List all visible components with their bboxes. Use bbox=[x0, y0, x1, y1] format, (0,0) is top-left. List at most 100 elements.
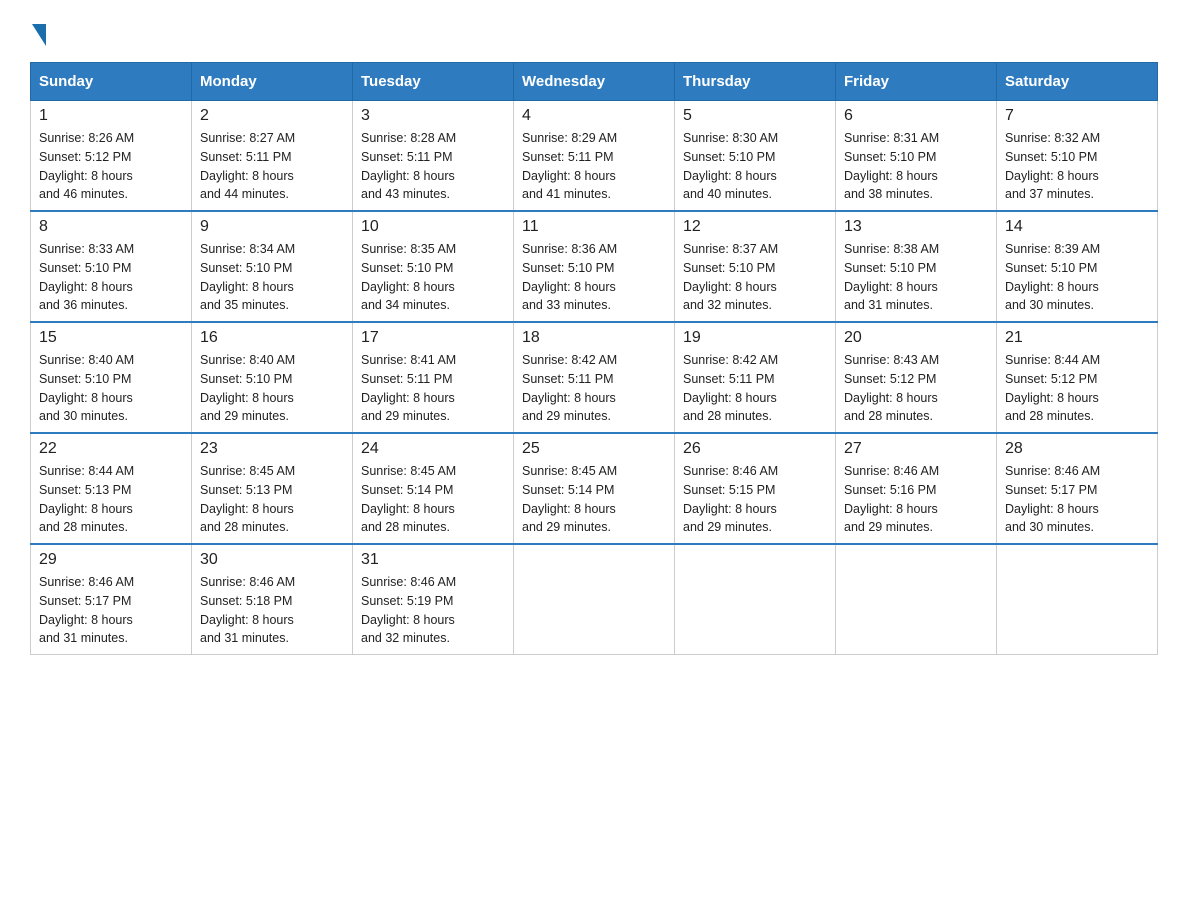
column-header-monday: Monday bbox=[192, 63, 353, 101]
day-number: 13 bbox=[844, 218, 988, 236]
calendar-header: SundayMondayTuesdayWednesdayThursdayFrid… bbox=[31, 63, 1158, 101]
day-info: Sunrise: 8:44 AM Sunset: 5:12 PM Dayligh… bbox=[1005, 351, 1149, 426]
column-header-thursday: Thursday bbox=[675, 63, 836, 101]
calendar-cell: 25 Sunrise: 8:45 AM Sunset: 5:14 PM Dayl… bbox=[514, 433, 675, 544]
day-number: 3 bbox=[361, 107, 505, 125]
day-number: 23 bbox=[200, 440, 344, 458]
day-info: Sunrise: 8:34 AM Sunset: 5:10 PM Dayligh… bbox=[200, 240, 344, 315]
day-info: Sunrise: 8:42 AM Sunset: 5:11 PM Dayligh… bbox=[522, 351, 666, 426]
day-number: 16 bbox=[200, 329, 344, 347]
day-number: 19 bbox=[683, 329, 827, 347]
column-header-wednesday: Wednesday bbox=[514, 63, 675, 101]
week-row-1: 1 Sunrise: 8:26 AM Sunset: 5:12 PM Dayli… bbox=[31, 101, 1158, 212]
day-number: 12 bbox=[683, 218, 827, 236]
calendar-cell: 13 Sunrise: 8:38 AM Sunset: 5:10 PM Dayl… bbox=[836, 211, 997, 322]
day-info: Sunrise: 8:26 AM Sunset: 5:12 PM Dayligh… bbox=[39, 129, 183, 204]
day-info: Sunrise: 8:46 AM Sunset: 5:19 PM Dayligh… bbox=[361, 573, 505, 648]
logo bbox=[30, 20, 46, 42]
calendar-cell: 11 Sunrise: 8:36 AM Sunset: 5:10 PM Dayl… bbox=[514, 211, 675, 322]
day-info: Sunrise: 8:41 AM Sunset: 5:11 PM Dayligh… bbox=[361, 351, 505, 426]
day-info: Sunrise: 8:37 AM Sunset: 5:10 PM Dayligh… bbox=[683, 240, 827, 315]
calendar-cell bbox=[997, 544, 1158, 655]
day-info: Sunrise: 8:28 AM Sunset: 5:11 PM Dayligh… bbox=[361, 129, 505, 204]
calendar-cell: 17 Sunrise: 8:41 AM Sunset: 5:11 PM Dayl… bbox=[353, 322, 514, 433]
day-number: 29 bbox=[39, 551, 183, 569]
day-number: 24 bbox=[361, 440, 505, 458]
day-number: 30 bbox=[200, 551, 344, 569]
calendar-cell: 7 Sunrise: 8:32 AM Sunset: 5:10 PM Dayli… bbox=[997, 101, 1158, 212]
day-number: 21 bbox=[1005, 329, 1149, 347]
logo-triangle-icon bbox=[32, 24, 46, 46]
day-number: 17 bbox=[361, 329, 505, 347]
day-number: 10 bbox=[361, 218, 505, 236]
calendar-cell: 4 Sunrise: 8:29 AM Sunset: 5:11 PM Dayli… bbox=[514, 101, 675, 212]
calendar-cell: 14 Sunrise: 8:39 AM Sunset: 5:10 PM Dayl… bbox=[997, 211, 1158, 322]
day-info: Sunrise: 8:46 AM Sunset: 5:17 PM Dayligh… bbox=[39, 573, 183, 648]
calendar-cell bbox=[675, 544, 836, 655]
calendar-cell: 31 Sunrise: 8:46 AM Sunset: 5:19 PM Dayl… bbox=[353, 544, 514, 655]
day-number: 7 bbox=[1005, 107, 1149, 125]
day-number: 6 bbox=[844, 107, 988, 125]
page-header bbox=[30, 20, 1158, 42]
day-number: 4 bbox=[522, 107, 666, 125]
calendar-cell: 21 Sunrise: 8:44 AM Sunset: 5:12 PM Dayl… bbox=[997, 322, 1158, 433]
calendar-cell: 16 Sunrise: 8:40 AM Sunset: 5:10 PM Dayl… bbox=[192, 322, 353, 433]
day-info: Sunrise: 8:45 AM Sunset: 5:14 PM Dayligh… bbox=[361, 462, 505, 537]
day-info: Sunrise: 8:33 AM Sunset: 5:10 PM Dayligh… bbox=[39, 240, 183, 315]
column-header-friday: Friday bbox=[836, 63, 997, 101]
calendar-cell: 28 Sunrise: 8:46 AM Sunset: 5:17 PM Dayl… bbox=[997, 433, 1158, 544]
day-number: 22 bbox=[39, 440, 183, 458]
day-info: Sunrise: 8:45 AM Sunset: 5:14 PM Dayligh… bbox=[522, 462, 666, 537]
day-number: 25 bbox=[522, 440, 666, 458]
day-number: 31 bbox=[361, 551, 505, 569]
calendar-cell: 9 Sunrise: 8:34 AM Sunset: 5:10 PM Dayli… bbox=[192, 211, 353, 322]
calendar-cell: 8 Sunrise: 8:33 AM Sunset: 5:10 PM Dayli… bbox=[31, 211, 192, 322]
day-number: 18 bbox=[522, 329, 666, 347]
day-number: 28 bbox=[1005, 440, 1149, 458]
calendar-cell: 12 Sunrise: 8:37 AM Sunset: 5:10 PM Dayl… bbox=[675, 211, 836, 322]
day-info: Sunrise: 8:35 AM Sunset: 5:10 PM Dayligh… bbox=[361, 240, 505, 315]
day-info: Sunrise: 8:38 AM Sunset: 5:10 PM Dayligh… bbox=[844, 240, 988, 315]
day-number: 20 bbox=[844, 329, 988, 347]
week-row-3: 15 Sunrise: 8:40 AM Sunset: 5:10 PM Dayl… bbox=[31, 322, 1158, 433]
day-number: 15 bbox=[39, 329, 183, 347]
column-header-saturday: Saturday bbox=[997, 63, 1158, 101]
day-info: Sunrise: 8:31 AM Sunset: 5:10 PM Dayligh… bbox=[844, 129, 988, 204]
day-info: Sunrise: 8:39 AM Sunset: 5:10 PM Dayligh… bbox=[1005, 240, 1149, 315]
calendar-cell: 22 Sunrise: 8:44 AM Sunset: 5:13 PM Dayl… bbox=[31, 433, 192, 544]
calendar-cell: 18 Sunrise: 8:42 AM Sunset: 5:11 PM Dayl… bbox=[514, 322, 675, 433]
calendar-cell: 23 Sunrise: 8:45 AM Sunset: 5:13 PM Dayl… bbox=[192, 433, 353, 544]
calendar-cell: 20 Sunrise: 8:43 AM Sunset: 5:12 PM Dayl… bbox=[836, 322, 997, 433]
day-info: Sunrise: 8:40 AM Sunset: 5:10 PM Dayligh… bbox=[39, 351, 183, 426]
day-number: 2 bbox=[200, 107, 344, 125]
day-number: 14 bbox=[1005, 218, 1149, 236]
calendar-cell: 27 Sunrise: 8:46 AM Sunset: 5:16 PM Dayl… bbox=[836, 433, 997, 544]
day-info: Sunrise: 8:30 AM Sunset: 5:10 PM Dayligh… bbox=[683, 129, 827, 204]
calendar-body: 1 Sunrise: 8:26 AM Sunset: 5:12 PM Dayli… bbox=[31, 101, 1158, 655]
day-number: 5 bbox=[683, 107, 827, 125]
calendar-table: SundayMondayTuesdayWednesdayThursdayFrid… bbox=[30, 62, 1158, 655]
column-header-tuesday: Tuesday bbox=[353, 63, 514, 101]
day-info: Sunrise: 8:42 AM Sunset: 5:11 PM Dayligh… bbox=[683, 351, 827, 426]
column-header-sunday: Sunday bbox=[31, 63, 192, 101]
week-row-2: 8 Sunrise: 8:33 AM Sunset: 5:10 PM Dayli… bbox=[31, 211, 1158, 322]
day-info: Sunrise: 8:44 AM Sunset: 5:13 PM Dayligh… bbox=[39, 462, 183, 537]
calendar-cell: 5 Sunrise: 8:30 AM Sunset: 5:10 PM Dayli… bbox=[675, 101, 836, 212]
day-info: Sunrise: 8:29 AM Sunset: 5:11 PM Dayligh… bbox=[522, 129, 666, 204]
header-row: SundayMondayTuesdayWednesdayThursdayFrid… bbox=[31, 63, 1158, 101]
day-info: Sunrise: 8:46 AM Sunset: 5:15 PM Dayligh… bbox=[683, 462, 827, 537]
day-number: 8 bbox=[39, 218, 183, 236]
day-info: Sunrise: 8:40 AM Sunset: 5:10 PM Dayligh… bbox=[200, 351, 344, 426]
day-info: Sunrise: 8:45 AM Sunset: 5:13 PM Dayligh… bbox=[200, 462, 344, 537]
calendar-cell: 19 Sunrise: 8:42 AM Sunset: 5:11 PM Dayl… bbox=[675, 322, 836, 433]
day-number: 9 bbox=[200, 218, 344, 236]
calendar-cell: 24 Sunrise: 8:45 AM Sunset: 5:14 PM Dayl… bbox=[353, 433, 514, 544]
day-info: Sunrise: 8:32 AM Sunset: 5:10 PM Dayligh… bbox=[1005, 129, 1149, 204]
day-number: 26 bbox=[683, 440, 827, 458]
calendar-cell: 15 Sunrise: 8:40 AM Sunset: 5:10 PM Dayl… bbox=[31, 322, 192, 433]
week-row-5: 29 Sunrise: 8:46 AM Sunset: 5:17 PM Dayl… bbox=[31, 544, 1158, 655]
calendar-cell bbox=[514, 544, 675, 655]
day-info: Sunrise: 8:46 AM Sunset: 5:18 PM Dayligh… bbox=[200, 573, 344, 648]
day-info: Sunrise: 8:46 AM Sunset: 5:17 PM Dayligh… bbox=[1005, 462, 1149, 537]
day-number: 11 bbox=[522, 218, 666, 236]
